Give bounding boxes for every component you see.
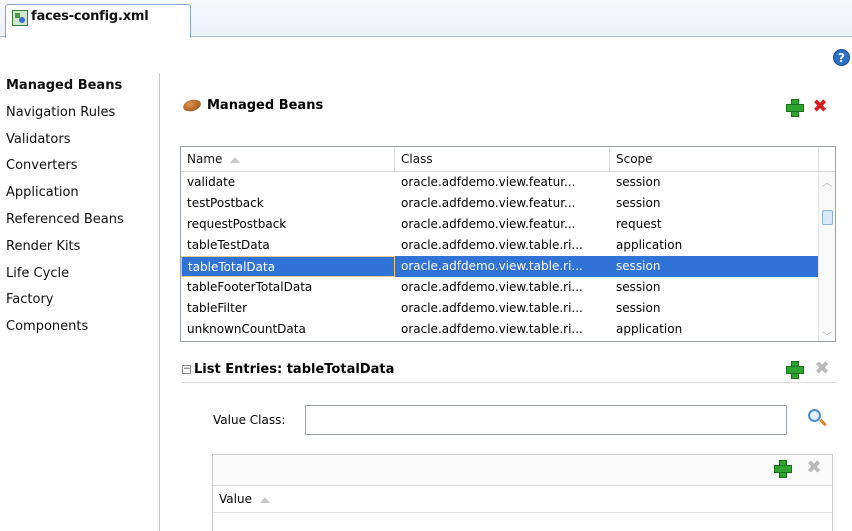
cell-scope: session xyxy=(616,280,661,294)
managed-beans-header: Managed Beans xyxy=(181,97,324,114)
list-values-header: Value xyxy=(213,486,832,513)
overview-sidebar: Managed Beans Navigation Rules Validator… xyxy=(0,73,160,531)
cell-scope: application xyxy=(616,238,683,252)
column-header-name[interactable]: Name xyxy=(181,147,395,171)
column-header-value[interactable]: Value xyxy=(213,486,270,513)
table-row-selected[interactable]: tableTotalData oracle.adfdemo.view.table… xyxy=(181,256,835,277)
cell-class: oracle.adfdemo.view.table.ri... xyxy=(401,301,583,315)
sort-ascending-icon xyxy=(259,496,270,503)
sidebar-item-components[interactable]: Components xyxy=(0,314,159,341)
value-class-input[interactable] xyxy=(305,405,787,435)
table-row[interactable]: requestPostback oracle.adfdemo.view.feat… xyxy=(181,214,835,235)
table-row[interactable]: tableTestData oracle.adfdemo.view.table.… xyxy=(181,235,835,256)
sidebar-item-converters[interactable]: Converters xyxy=(0,153,159,180)
cell-scope: session xyxy=(616,259,661,273)
cell-name: tableFilter xyxy=(187,301,248,315)
help-icon[interactable]: ? xyxy=(833,49,850,66)
sidebar-item-render-kits[interactable]: Render Kits xyxy=(0,234,159,261)
scrollbar-thumb[interactable] xyxy=(822,210,833,225)
add-list-entry-icon[interactable] xyxy=(786,361,804,379)
table-body: validate oracle.adfdemo.view.featur... s… xyxy=(181,172,835,340)
section-divider xyxy=(182,382,836,383)
value-class-label: Value Class: xyxy=(213,413,286,427)
collapse-icon[interactable]: − xyxy=(182,365,191,374)
section-title: Managed Beans xyxy=(207,98,324,113)
cell-scope: application xyxy=(616,322,683,336)
sidebar-item-validators[interactable]: Validators xyxy=(0,127,159,154)
cell-class: oracle.adfdemo.view.table.ri... xyxy=(401,238,583,252)
tab-label: faces-config.xml xyxy=(31,9,149,24)
cell-name: tableFooterTotalData xyxy=(187,280,313,294)
cell-name: requestPostback xyxy=(187,217,287,231)
cell-scope: request xyxy=(616,217,662,231)
add-value-icon[interactable] xyxy=(774,460,792,478)
cell-class: oracle.adfdemo.view.table.ri... xyxy=(401,259,583,273)
cell-name: validate xyxy=(187,175,236,189)
sidebar-item-application[interactable]: Application xyxy=(0,180,159,207)
sidebar-item-managed-beans[interactable]: Managed Beans xyxy=(0,73,159,100)
cell-scope: session xyxy=(616,175,661,189)
cell-class: oracle.adfdemo.view.featur... xyxy=(401,217,576,231)
delete-value-icon: ✖ xyxy=(806,457,822,478)
faces-config-file-icon xyxy=(12,10,28,26)
sidebar-item-factory[interactable]: Factory xyxy=(0,287,159,314)
cell-class: oracle.adfdemo.view.table.ri... xyxy=(401,322,583,336)
bean-icon xyxy=(181,97,203,114)
sidebar-item-navigation-rules[interactable]: Navigation Rules xyxy=(0,100,159,127)
list-values-table: Value xyxy=(212,454,833,531)
cell-name: testPostback xyxy=(187,196,264,210)
scroll-up-icon[interactable]: ︿ xyxy=(822,174,832,189)
table-row[interactable]: testPostback oracle.adfdemo.view.featur.… xyxy=(181,193,835,214)
column-header-class[interactable]: Class xyxy=(395,147,610,171)
column-header-scope[interactable]: Scope xyxy=(610,147,819,171)
list-values-toolbar xyxy=(213,455,832,486)
table-header: Name Class Scope xyxy=(181,147,835,172)
cell-scope: session xyxy=(616,196,661,210)
delete-bean-icon[interactable]: ✖ xyxy=(812,98,828,116)
table-vertical-scrollbar[interactable]: ︿ ﹀ xyxy=(818,172,835,341)
editor-tabstrip: faces-config.xml xyxy=(0,0,852,38)
cell-name: tableTestData xyxy=(187,238,270,252)
table-row[interactable]: tableFilter oracle.adfdemo.view.table.ri… xyxy=(181,298,835,319)
cell-scope: session xyxy=(616,301,661,315)
table-row[interactable]: validate oracle.adfdemo.view.featur... s… xyxy=(181,172,835,193)
cell-name: unknownCountData xyxy=(187,322,306,336)
scroll-down-icon[interactable]: ﹀ xyxy=(822,328,832,341)
cell-name: tableTotalData xyxy=(181,256,395,277)
managed-beans-table: Name Class Scope validate oracle.adfdemo… xyxy=(180,146,836,342)
sort-ascending-icon xyxy=(230,156,241,163)
sidebar-item-referenced-beans[interactable]: Referenced Beans xyxy=(0,207,159,234)
list-entries-title: List Entries: tableTotalData xyxy=(194,362,395,377)
cell-class: oracle.adfdemo.view.table.ri... xyxy=(401,280,583,294)
sidebar-item-life-cycle[interactable]: Life Cycle xyxy=(0,261,159,288)
cell-class: oracle.adfdemo.view.featur... xyxy=(401,196,576,210)
table-row[interactable]: tableFooterTotalData oracle.adfdemo.view… xyxy=(181,277,835,298)
search-icon[interactable] xyxy=(808,409,821,422)
add-bean-icon[interactable] xyxy=(786,99,804,117)
table-row[interactable]: unknownCountData oracle.adfdemo.view.tab… xyxy=(181,319,835,340)
tab-faces-config[interactable]: faces-config.xml xyxy=(5,4,191,38)
list-entries-header: − List Entries: tableTotalData xyxy=(182,362,394,377)
delete-list-entry-icon: ✖ xyxy=(814,358,830,379)
cell-class: oracle.adfdemo.view.featur... xyxy=(401,175,576,189)
